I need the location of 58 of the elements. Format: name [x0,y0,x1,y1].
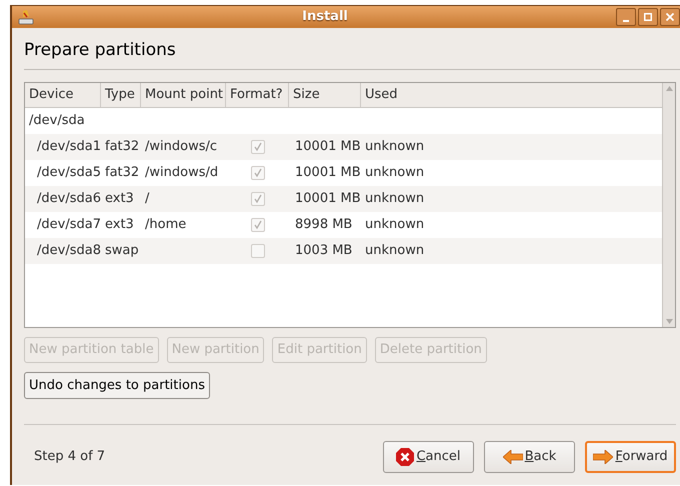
scroll-up-icon[interactable] [666,86,672,91]
table-cell: /windows/d [145,165,218,180]
format-checkbox[interactable] [250,218,264,232]
close-button[interactable] [660,8,680,26]
column-header[interactable]: Type [101,83,141,107]
table-cell-text: /dev/sda8 [36,242,101,260]
column-header[interactable]: Size [289,83,361,107]
table-cell-text: 1003 MB [294,242,354,260]
cancel-button[interactable]: Cancel [383,441,474,473]
table-cell-text: 10001 MB [294,138,361,156]
table-cell-text: ext3 [104,190,135,208]
table-cell-text: unknown [364,242,426,260]
left-arrow-icon [502,450,523,464]
partition-row[interactable]: /dev/sda6 ext3 / 10001 MB unknown [25,186,662,212]
format-checkbox[interactable] [250,166,264,180]
table-cell-text: unknown [364,164,426,182]
page-heading: Prepare partitions [24,39,177,62]
table-cell-text: unknown [364,138,426,156]
right-arrow-icon [593,450,614,464]
table-cell-text: 10001 MB [294,190,361,208]
table-cell: / [145,191,150,206]
window-title: Install [301,8,349,26]
table-cell-text: unknown [364,216,426,234]
forward-button[interactable]: Forward [585,441,676,473]
installer-icon [18,9,34,25]
column-header[interactable]: Format? [226,83,289,107]
table-cell-text: 8998 MB [294,216,354,234]
table-cell: /windows/c [145,139,218,154]
minimize-button[interactable] [616,8,636,26]
maximize-icon [644,13,652,21]
table-cell-text: /dev/sda1 [36,138,101,156]
table-cell-text: /dev/sda5 [36,164,101,182]
scroll-down-icon[interactable] [666,319,672,324]
scrollbar[interactable] [662,83,675,327]
close-icon [666,13,674,21]
close-icon [396,448,414,466]
table-cell-text: fat32 [104,164,140,182]
table-cell-text: fat32 [104,138,140,156]
table-cell: /home [145,217,186,232]
maximize-button[interactable] [638,8,658,26]
table-cell-text: swap [104,242,140,260]
column-header[interactable]: Device [25,83,101,107]
partition-row[interactable]: /dev/sda1 fat32 /windows/c 10001 MB unknown [25,134,662,160]
format-checkbox[interactable] [250,192,264,206]
step-label: Step 4 of 7 [34,448,106,466]
table-cell-text: /dev/sda6 [36,190,101,208]
format-checkbox[interactable] [250,244,264,258]
back-button[interactable]: Back [484,441,575,473]
table-cell-text: ext3 [104,216,135,234]
undo-button[interactable]: Undo changes to partitions [24,372,210,399]
minimize-icon [623,20,629,22]
table-cell-text: /dev/sda7 [36,216,101,234]
table-cell-text: unknown [364,190,426,208]
table-cell-text: 10001 MB [294,164,361,182]
column-header[interactable]: Mount point [141,83,226,107]
partition-row[interactable]: /dev/sda8 swap 1003 MB unknown [25,238,662,264]
format-checkbox[interactable] [250,140,264,154]
column-header[interactable]: Used [361,83,662,107]
